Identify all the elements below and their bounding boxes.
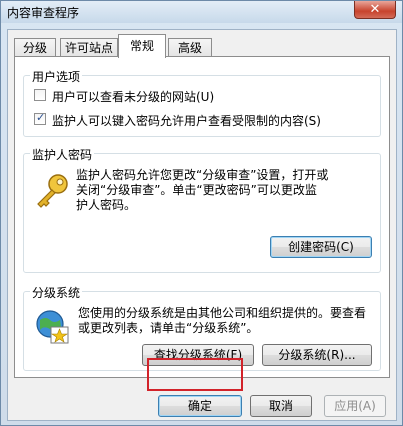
description-line: 您使用的分级系统是由其他公司和组织提供的。要查看 xyxy=(78,306,367,320)
supervisor-override-checkbox[interactable]: ✓ xyxy=(34,111,46,125)
button-label: 分级系统(R)... xyxy=(278,348,356,362)
title-bar: 内容审查程序 ✕ xyxy=(1,1,402,23)
allow-unrated-checkbox[interactable] xyxy=(34,89,46,101)
tab-advanced[interactable]: 高级 xyxy=(168,38,212,57)
description-line: 护人密码。 xyxy=(76,198,137,212)
window-title: 内容审查程序 xyxy=(7,6,80,20)
rating-globe-icon xyxy=(36,310,69,344)
button-label: 取消 xyxy=(268,399,293,413)
close-button[interactable]: ✕ xyxy=(354,1,396,19)
group-title: 用户选项 xyxy=(30,68,83,85)
group-title: 分级系统 xyxy=(30,284,83,301)
create-password-button[interactable]: 创建密码(C) xyxy=(270,236,372,258)
group-title: 监护人密码 xyxy=(30,146,95,163)
tab-ratings[interactable]: 分级 xyxy=(14,38,56,57)
button-label: 应用(A) xyxy=(334,399,376,413)
description-line: 关闭“分级审查”。单击“更改密码”可以更改监 xyxy=(76,183,317,197)
apply-button[interactable]: 应用(A) xyxy=(324,395,386,417)
description-line: 或更改列表，请单击“分级系统”。 xyxy=(78,321,259,335)
supervisor-password-description: 监护人密码允许您更改“分级审查”设置，打开或 关闭“分级审查”。单击“更改密码”… xyxy=(76,168,328,213)
tab-general[interactable]: 常规 xyxy=(118,34,166,58)
rating-systems-description: 您使用的分级系统是由其他公司和组织提供的。要查看 或更改列表，请单击“分级系统”… xyxy=(78,306,366,336)
supervisor-password-group: 监护人密码 监护人密码允许您更改“分级审查”设置，打开或 关闭“分级审查”。单击… xyxy=(23,146,381,273)
ok-button-highlight xyxy=(147,358,243,391)
button-label: 确定 xyxy=(187,399,212,413)
ok-button[interactable]: 确定 xyxy=(158,395,242,417)
key-icon xyxy=(37,174,68,208)
tab-label: 常规 xyxy=(129,39,154,53)
close-icon: ✕ xyxy=(369,2,381,17)
button-label: 创建密码(C) xyxy=(288,240,354,254)
checkbox-label: 用户可以查看未分级的网站(U) xyxy=(52,90,215,104)
checkbox-label: 监护人可以键入密码允许用户查看受限制的内容(S) xyxy=(52,114,321,128)
tab-label: 高级 xyxy=(177,41,202,55)
tab-label: 许可站点 xyxy=(64,41,113,55)
tab-approved-sites[interactable]: 许可站点 xyxy=(60,38,118,57)
content-advisor-window: 内容审查程序 ✕ 分级 许可站点 常规 高级 用户选项 用户可以查看未分级的网站… xyxy=(0,0,403,426)
cancel-button[interactable]: 取消 xyxy=(250,395,312,417)
tab-panel-general: 用户选项 用户可以查看未分级的网站(U) ✓ 监护人可以键入密码允许用户查看受限… xyxy=(14,56,390,378)
tab-label: 分级 xyxy=(22,41,47,55)
rating-systems-button[interactable]: 分级系统(R)... xyxy=(262,344,372,366)
user-options-group: 用户选项 用户可以查看未分级的网站(U) ✓ 监护人可以键入密码允许用户查看受限… xyxy=(23,68,381,137)
description-line: 监护人密码允许您更改“分级审查”设置，打开或 xyxy=(76,168,329,182)
checkmark-icon: ✓ xyxy=(36,111,46,124)
